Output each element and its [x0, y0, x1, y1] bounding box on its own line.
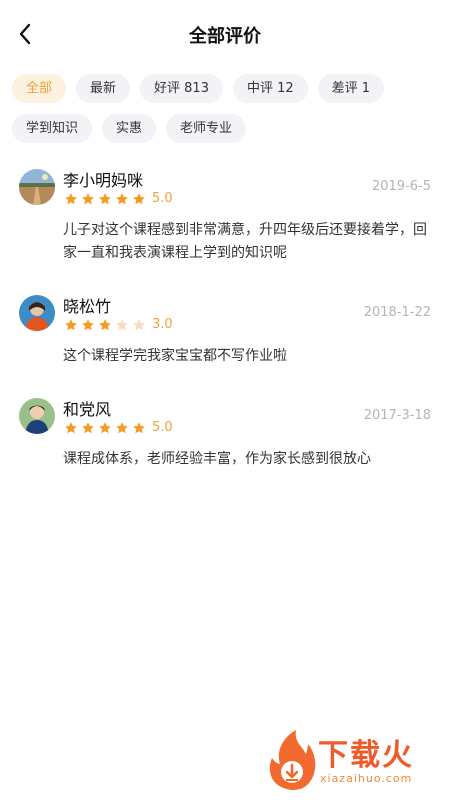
star-icon — [82, 421, 94, 433]
rating-value: 5.0 — [152, 191, 173, 206]
review-item: 李小明妈咪 5.0 2019-6-5 儿子对这个课程感到非常满意，升四年级后还要… — [0, 165, 450, 265]
star-icon — [99, 318, 111, 330]
star-rating: 5.0 — [63, 191, 173, 206]
star-icon — [99, 192, 111, 204]
review-header: 和党风 5.0 2017-3-18 — [19, 394, 431, 435]
avatar[interactable] — [19, 169, 55, 205]
review-date: 2018-1-22 — [363, 305, 431, 320]
review-content: 这个课程学完我家宝宝都不写作业啦 — [63, 348, 287, 364]
filter-row-2: 学到知识 实惠 老师专业 — [12, 114, 442, 143]
review-header: 晓松竹 3.0 2018-1-22 — [19, 291, 431, 332]
flame-logo-icon — [269, 730, 316, 790]
avatar[interactable] — [19, 295, 55, 331]
avatar[interactable] — [19, 398, 55, 434]
star-icon — [133, 421, 145, 433]
filter-chip-latest[interactable]: 最新 — [76, 74, 131, 103]
review-list: 李小明妈咪 5.0 2019-6-5 儿子对这个课程感到非常满意，升四年级后还要… — [0, 165, 450, 497]
review-content: 课程成体系，老师经验丰富，作为家长感到很放心 — [63, 451, 371, 467]
star-icon — [133, 192, 145, 204]
star-icon — [116, 318, 128, 330]
star-icon — [65, 421, 77, 433]
watermark-text: 下载火 — [318, 738, 414, 773]
reviewer-name: 晓松竹 — [63, 297, 112, 316]
star-icon — [82, 318, 94, 330]
star-icon — [99, 421, 111, 433]
filter-chip-positive[interactable]: 好评 813 — [140, 74, 223, 103]
star-icon — [65, 192, 77, 204]
rating-value: 5.0 — [152, 420, 173, 435]
filter-row-1: 全部 最新 好评 813 中评 12 差评 1 — [12, 74, 442, 103]
watermark-url: xiazaihuo.com — [320, 772, 413, 785]
star-icon — [65, 318, 77, 330]
review-item: 晓松竹 3.0 2018-1-22 这个课程学完我家宝宝都不写作业啦 — [0, 291, 450, 368]
filter-chips: 全部 最新 好评 813 中评 12 差评 1 学到知识 实惠 老师专业 — [12, 74, 442, 154]
star-icon — [82, 192, 94, 204]
filter-chip-affordable[interactable]: 实惠 — [102, 114, 157, 143]
page-title: 全部评价 — [189, 26, 261, 47]
review-item: 和党风 5.0 2017-3-18 课程成体系，老师经验丰富，作为家长感到很放心 — [0, 394, 450, 471]
filter-chip-learned[interactable]: 学到知识 — [12, 114, 93, 143]
star-rating: 3.0 — [63, 317, 173, 332]
star-icon — [116, 421, 128, 433]
reviewer-name: 和党风 — [63, 400, 112, 419]
review-content: 儿子对这个课程感到非常满意，升四年级后还要接着学，回家一直和我表演课程上学到的知… — [63, 222, 427, 261]
filter-chip-negative[interactable]: 差评 1 — [317, 74, 385, 103]
filter-chip-neutral[interactable]: 中评 12 — [232, 74, 308, 103]
review-date: 2019-6-5 — [371, 179, 431, 194]
watermark-logo: 下载火 xiazaihuo.com — [262, 728, 442, 792]
top-bar: 全部评价 — [0, 0, 450, 68]
filter-chip-all[interactable]: 全部 — [12, 74, 67, 103]
star-rating: 5.0 — [63, 420, 173, 435]
reviewer-name: 李小明妈咪 — [63, 171, 144, 190]
filter-chip-professional[interactable]: 老师专业 — [166, 114, 247, 143]
rating-value: 3.0 — [152, 317, 173, 332]
star-icon — [133, 318, 145, 330]
star-icon — [116, 192, 128, 204]
review-header: 李小明妈咪 5.0 2019-6-5 — [19, 165, 431, 206]
review-date: 2017-3-18 — [363, 408, 431, 423]
